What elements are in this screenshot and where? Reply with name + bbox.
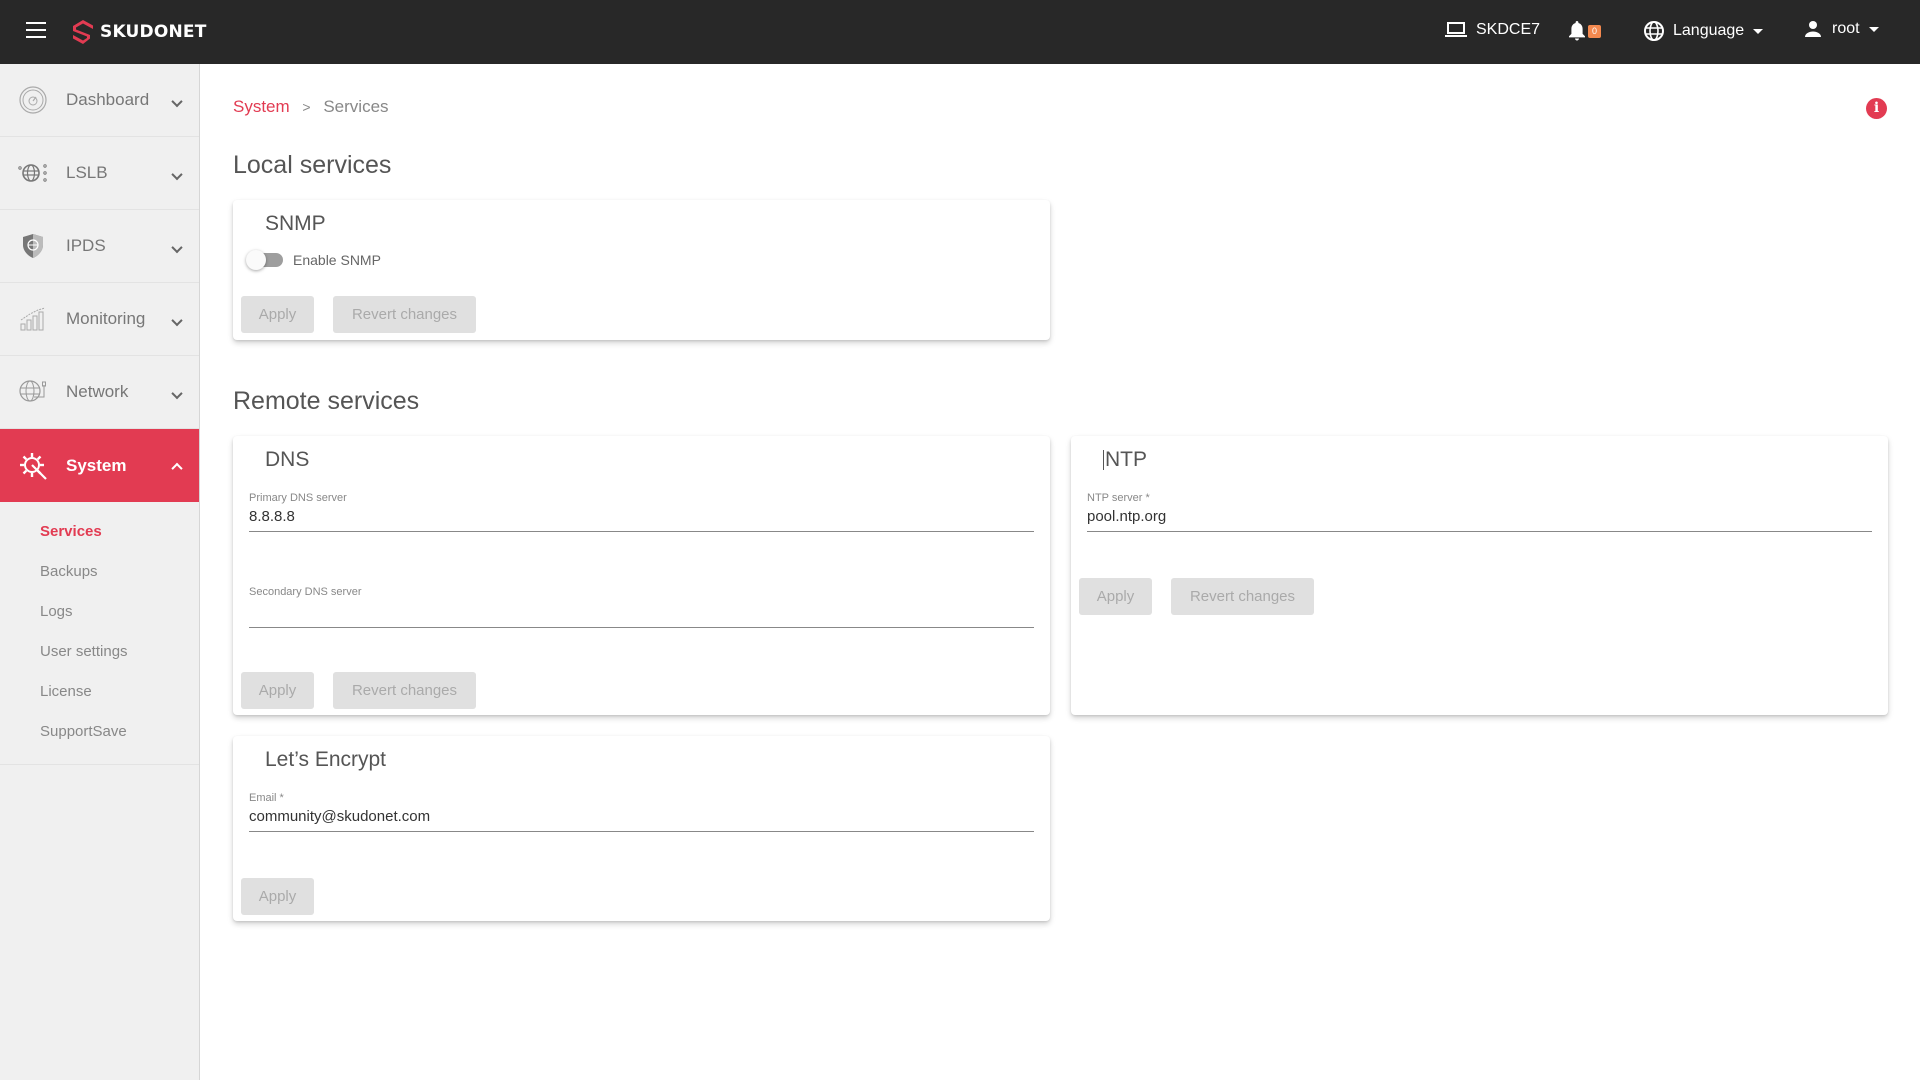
top-bar: SKUDONET SKDCE7 0 Language root [0,0,1920,64]
sidebar-item-dashboard[interactable]: Dashboard [0,64,199,137]
ntp-revert-button[interactable]: Revert changes [1171,578,1314,615]
secondary-dns-input[interactable] [249,598,1034,628]
info-icon[interactable]: i [1866,98,1887,119]
notification-count-badge: 0 [1588,24,1602,38]
hostname: SKDCE7 [1476,21,1541,38]
bar-chart-icon [20,307,46,331]
host-indicator[interactable]: SKDCE7 [1444,20,1540,40]
dns-revert-button[interactable]: Revert changes [333,672,476,709]
chevron-up-icon [171,462,183,474]
email-input[interactable] [249,804,1034,832]
chevron-down-icon [171,95,183,108]
sidebar: Dashboard LSLB IPDS Monitoring Network S… [0,64,200,1080]
ntp-server-field: NTP server * [1087,492,1872,532]
ntp-server-input[interactable] [1087,504,1872,532]
skudonet-logo-icon [73,20,93,44]
enable-snmp-toggle[interactable]: Enable SNMP [246,250,381,270]
breadcrumb: System > Services [233,97,389,117]
globe-cable-icon [19,380,46,402]
ntp-title: NTP [1103,448,1147,472]
letsencrypt-title: Let’s Encrypt [265,748,387,771]
logo[interactable]: SKUDONET [72,20,207,44]
ntp-apply-button[interactable]: Apply [1079,578,1152,615]
menu-icon[interactable] [26,22,46,38]
submenu-item-license[interactable]: License [0,672,199,712]
user-icon [1805,21,1821,37]
breadcrumb-system-link[interactable]: System [233,97,290,116]
enable-snmp-label: Enable SNMP [293,252,381,268]
caret-down-icon [1868,26,1879,32]
sidebar-item-label: System [66,455,127,475]
local-services-title: Local services [233,151,392,179]
ntp-server-label: NTP server * [1087,492,1150,504]
breadcrumb-separator: > [302,99,311,115]
submenu-item-backups[interactable]: Backups [0,552,199,592]
username: root [1832,20,1860,37]
dns-apply-button[interactable]: Apply [241,672,314,709]
snmp-revert-button[interactable]: Revert changes [333,296,476,333]
toggle-thumb[interactable] [246,250,266,270]
brand-name: SKUDONET [100,22,207,42]
dns-card: DNS Primary DNS server Secondary DNS ser… [233,436,1050,715]
primary-dns-field: Primary DNS server [249,492,1034,532]
sidebar-item-lslb[interactable]: LSLB [0,137,199,210]
dns-title: DNS [265,448,310,471]
snmp-apply-button[interactable]: Apply [241,296,314,333]
primary-dns-label: Primary DNS server [249,492,347,504]
breadcrumb-current: Services [323,97,389,116]
secondary-dns-label: Secondary DNS server [249,586,362,598]
globe-network-icon [18,164,47,182]
secondary-dns-field: Secondary DNS server [249,586,1034,628]
email-field: Email * [249,792,1034,832]
submenu-item-user-settings[interactable]: User settings [0,632,199,672]
ntp-card: NTP NTP server * Apply Revert changes [1071,436,1888,715]
letsencrypt-card: Let’s Encrypt Email * Apply [233,736,1050,921]
email-label: Email * [249,792,284,804]
main-content: System > Services i Local services SNMP … [200,64,1920,1080]
laptop-icon [1445,22,1467,37]
submenu-item-logs[interactable]: Logs [0,592,199,632]
submenu-item-supportsave[interactable]: SupportSave [0,712,199,752]
text-cursor [1103,450,1104,471]
sidebar-item-label: IPDS [66,236,106,255]
snmp-card: SNMP Enable SNMP Apply Revert changes [233,200,1050,340]
sidebar-item-label: Dashboard [66,90,150,109]
language-label: Language [1673,22,1745,39]
language-selector[interactable]: Language [1643,20,1764,42]
system-submenu: Services Backups Logs User settings Lice… [0,502,199,765]
chevron-down-icon [171,387,183,400]
sidebar-item-system[interactable]: System [0,429,199,502]
sidebar-item-label: LSLB [66,163,108,182]
chevron-down-icon [171,168,183,181]
chevron-down-icon [171,314,183,327]
sidebar-item-network[interactable]: Network [0,356,199,429]
primary-dns-input[interactable] [249,504,1034,532]
sidebar-item-label: Network [66,382,129,401]
chevron-down-icon [171,241,183,254]
notifications-button[interactable]: 0 [1568,20,1602,42]
ntp-title-text: NTP [1105,448,1147,471]
letsencrypt-apply-button[interactable]: Apply [241,878,314,915]
sidebar-item-monitoring[interactable]: Monitoring [0,283,199,356]
snmp-title: SNMP [265,212,326,235]
user-menu[interactable]: root [1804,20,1879,38]
caret-down-icon [1753,28,1764,34]
gauge-icon [19,86,47,114]
bell-icon [1569,21,1585,41]
gear-wrench-icon [20,452,47,480]
remote-services-title: Remote services [233,387,420,415]
shield-globe-icon [23,234,43,258]
sidebar-item-label: Monitoring [66,309,146,328]
toggle-track[interactable] [246,250,283,270]
submenu-item-services[interactable]: Services [0,512,199,552]
sidebar-item-ipds[interactable]: IPDS [0,210,199,283]
globe-icon [1644,21,1664,41]
